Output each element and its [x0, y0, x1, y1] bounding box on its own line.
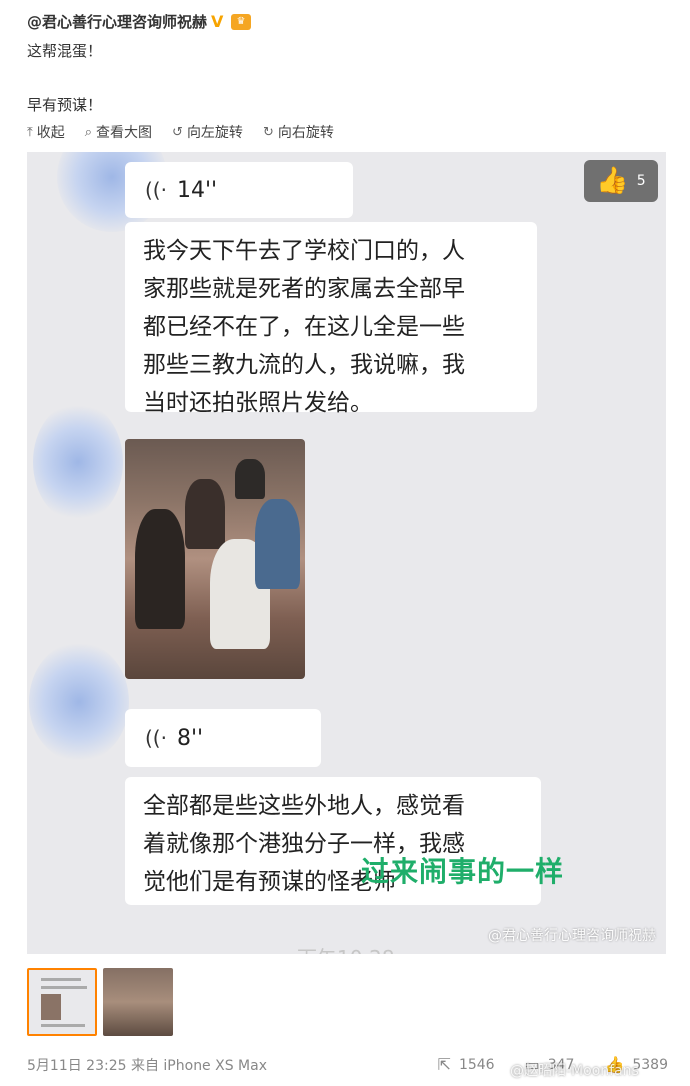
- thumbs-up-icon: 👍: [596, 166, 629, 196]
- image-watermark: @君心善行心理咨询师祝赫: [488, 928, 656, 944]
- thumb-line: [41, 1024, 85, 1027]
- person-figure: [255, 499, 300, 589]
- post-text-line-2: 早有预谋！: [27, 96, 103, 114]
- thumb-line: [41, 986, 87, 989]
- view-large-button[interactable]: ⌕ 查看大图: [85, 122, 152, 142]
- message-line: 当时还拍张照片发给。: [143, 390, 373, 416]
- author-name[interactable]: @君心善行心理咨询师祝赫 V ♛: [27, 11, 252, 32]
- message-line: 那些三教九流的人，我说嘛，我: [143, 352, 465, 378]
- voice-icon: ((·: [145, 726, 167, 750]
- message-line: 都已经不在了，在这儿全是一些: [143, 314, 465, 340]
- thumbnail-1-selected[interactable]: [27, 968, 97, 1036]
- post-meta: 5月11日 23:25 来自 iPhone XS Max: [27, 1058, 267, 1074]
- post-text-line-1: 这帮混蛋！: [27, 42, 103, 60]
- avatar-blur: [29, 642, 129, 762]
- rotate-left-button[interactable]: ↺ 向左旋转: [172, 122, 243, 142]
- message-line: 家那些就是死者的家属去全部早: [143, 276, 465, 302]
- post-image[interactable]: ((· 14'' 我今天下午去了学校门口的，人 家那些就是死者的家属去全部早 都…: [27, 152, 666, 954]
- text-message-1: 我今天下午去了学校门口的，人 家那些就是死者的家属去全部早 都已经不在了，在这儿…: [125, 222, 537, 416]
- crowd-photo[interactable]: [125, 439, 305, 679]
- repost-button[interactable]: ⇱ 1546: [438, 1055, 495, 1074]
- voice-message-2[interactable]: ((· 8'': [125, 709, 321, 767]
- rotate-left-label: 向左旋转: [186, 125, 243, 141]
- avatar-blur: [33, 402, 123, 522]
- image-like-button[interactable]: 👍 5: [584, 160, 658, 202]
- rotate-right-label: 向右旋转: [277, 125, 334, 141]
- member-icon: ♛: [231, 13, 252, 30]
- search-icon: ⌕: [84, 124, 93, 140]
- image-thumbnails: [27, 968, 173, 1036]
- image-like-count: 5: [636, 173, 646, 189]
- thumb-photo: [41, 994, 61, 1020]
- author-name-text[interactable]: @君心善行心理咨询师祝赫: [27, 11, 207, 32]
- voice-duration-1: 14'': [176, 177, 218, 203]
- thumb-line: [41, 978, 81, 981]
- voice-duration-2: 8'': [176, 725, 204, 751]
- verified-icon: V: [211, 11, 224, 31]
- thumbnail-2[interactable]: [103, 968, 173, 1036]
- message-line: 我今天下午去了学校门口的，人: [143, 238, 465, 264]
- page-watermark: @赵昭阳-Moonfans: [510, 1063, 639, 1079]
- rotate-right-icon: ↻: [262, 124, 274, 140]
- rotate-right-button[interactable]: ↻ 向右旋转: [263, 122, 334, 142]
- collapse-icon: ⤒: [27, 124, 33, 140]
- collapse-label: 收起: [36, 125, 65, 141]
- message-line: 全部都是些这些外地人，感觉看: [143, 793, 465, 819]
- voice-message-1[interactable]: ((· 14'': [125, 162, 353, 218]
- person-figure: [235, 459, 265, 499]
- share-icon: ⇱: [437, 1055, 451, 1074]
- collapse-button[interactable]: ⤒ 收起: [27, 122, 65, 142]
- voice-icon: ((·: [145, 178, 167, 202]
- person-figure: [135, 509, 185, 629]
- repost-count: 1546: [458, 1056, 495, 1073]
- caption-overlay: 过来闹事的一样: [361, 855, 565, 888]
- person-figure: [185, 479, 225, 549]
- image-toolbar: ⤒ 收起 ⌕ 查看大图 ↺ 向左旋转 ↻ 向右旋转: [27, 122, 334, 142]
- view-large-label: 查看大图: [96, 125, 153, 141]
- chat-timestamp: 下午10:28: [297, 942, 395, 954]
- rotate-left-icon: ↺: [172, 124, 183, 140]
